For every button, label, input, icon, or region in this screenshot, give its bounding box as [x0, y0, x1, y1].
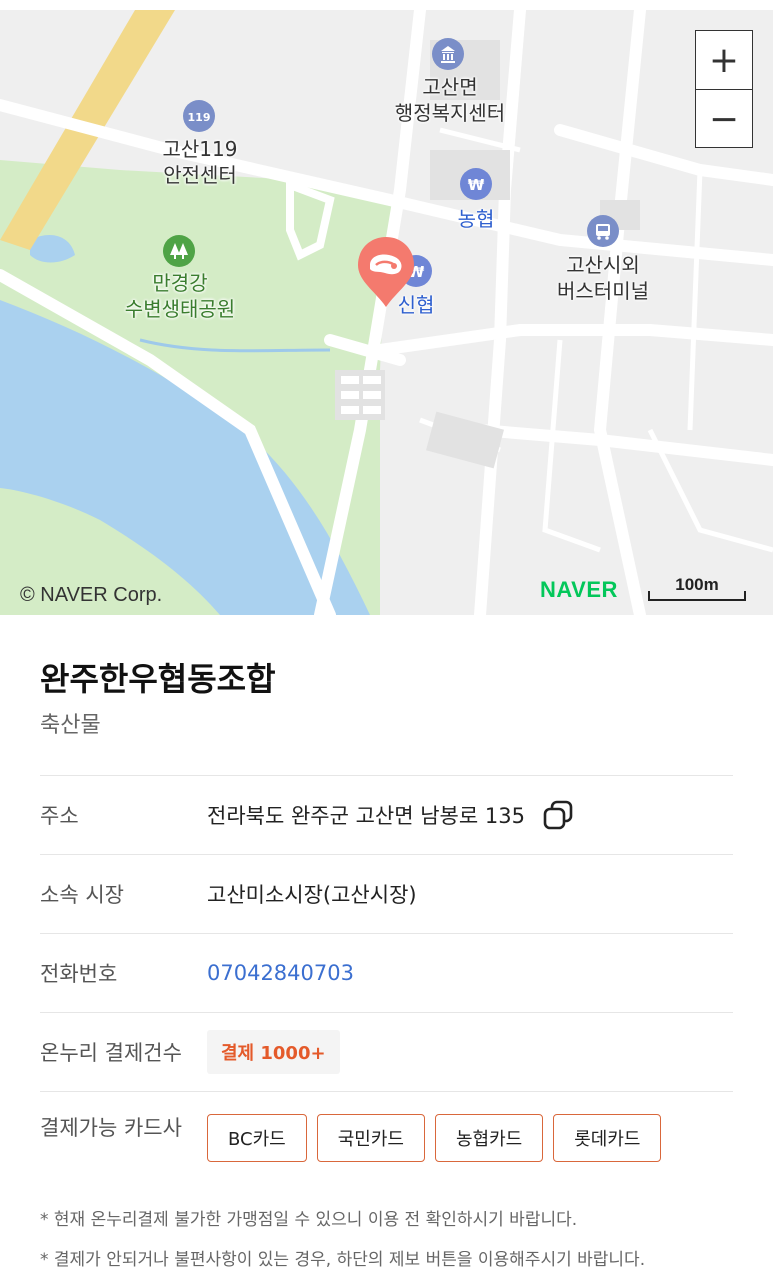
zoom-control: + − — [695, 30, 753, 148]
notice-area: * 현재 온누리결제 불가한 가맹점일 수 있으니 이용 전 확인하시기 바랍니… — [0, 1177, 773, 1276]
card-chip-bc[interactable]: BC카드 — [207, 1114, 307, 1162]
bus-terminal-icon[interactable] — [587, 215, 619, 247]
naver-logo: NAVER — [540, 577, 618, 602]
map-scale: 100m — [648, 575, 746, 601]
row-label: 소속 시장 — [40, 883, 124, 907]
address-value: 전라북도 완주군 고산면 남봉로 135 — [207, 798, 575, 832]
cards-row: 결제가능 카드사 BC카드 국민카드 농협카드 롯데카드 — [40, 1092, 733, 1162]
poi-label-admin[interactable]: 고산면 행정복지센터 — [380, 74, 520, 126]
market-value: 고산미소시장(고산시장) — [207, 883, 417, 907]
svg-text:₩: ₩ — [468, 176, 485, 194]
cards-label: 결제가능 카드사 — [40, 1116, 182, 1140]
poi-label-line: 고산시외 — [566, 253, 640, 277]
card-list: BC카드 국민카드 농협카드 롯데카드 — [207, 1092, 662, 1162]
row-label: 전화번호 — [40, 962, 118, 986]
market-row: 소속 시장 고산미소시장(고산시장) — [40, 855, 733, 934]
address-text: 전라북도 완주군 고산면 남봉로 135 — [207, 804, 525, 828]
copy-icon[interactable] — [541, 798, 575, 832]
poi-label-bus[interactable]: 고산시외 버스터미널 — [538, 252, 668, 304]
bank-won-icon[interactable]: ₩ — [460, 168, 492, 200]
info-table: 주소 전라북도 완주군 고산면 남봉로 135 소속 시장 고산미소시장(고산시… — [40, 775, 733, 1162]
map-view[interactable]: 119 ₩ ₩ 고산면 행정복지센터 고산119 안전센터 만경강 수변생태공원… — [0, 10, 773, 615]
meat-store-marker-icon[interactable] — [355, 235, 417, 309]
poi-label-line: 고산119 — [162, 137, 238, 161]
notice-text: * 현재 온누리결제 불가한 가맹점일 수 있으니 이용 전 확인하시기 바랍니… — [40, 1210, 578, 1230]
poi-label-line: 수변생태공원 — [124, 297, 236, 321]
poi-label-park[interactable]: 만경강 수변생태공원 — [105, 270, 255, 322]
store-name: 완주한우협동조합 — [40, 660, 276, 698]
fire-station-icon[interactable]: 119 — [183, 100, 215, 132]
poi-label-line: 안전센터 — [163, 163, 237, 187]
payment-count-badge: 결제 1000+ — [207, 1030, 340, 1074]
svg-text:119: 119 — [188, 111, 211, 124]
phone-row: 전화번호 07042840703 — [40, 934, 733, 1013]
scale-bar — [648, 591, 746, 601]
poi-label-nh[interactable]: 농협 — [436, 206, 516, 232]
poi-label-line: 버스터미널 — [557, 279, 649, 303]
poi-label-fire[interactable]: 고산119 안전센터 — [140, 136, 260, 188]
phone-link[interactable]: 07042840703 — [207, 961, 354, 985]
address-row: 주소 전라북도 완주군 고산면 남봉로 135 — [40, 776, 733, 855]
park-tree-icon[interactable] — [163, 235, 195, 267]
poi-label-line: 행정복지센터 — [394, 101, 506, 125]
poi-label-line: 농협 — [457, 207, 495, 231]
store-detail: 완주한우협동조합 축산물 주소 전라북도 완주군 고산면 남봉로 135 소속 … — [40, 615, 733, 1162]
store-category: 축산물 — [40, 713, 101, 738]
poi-label-line: 만경강 — [152, 271, 208, 295]
zoom-out-button[interactable]: − — [696, 89, 752, 148]
row-label: 온누리 결제건수 — [40, 1041, 182, 1065]
card-chip-kb[interactable]: 국민카드 — [316, 1114, 425, 1162]
payments-value: 결제 1000+ — [207, 1030, 340, 1074]
row-label: 주소 — [40, 804, 79, 828]
notice-text: * 결제가 안되거나 불편사항이 있는 경우, 하단의 제보 버튼을 이용해주시… — [40, 1250, 646, 1270]
poi-label-line: 고산면 — [422, 75, 478, 99]
card-chip-lotte[interactable]: 롯데카드 — [553, 1114, 662, 1162]
government-building-icon[interactable] — [432, 38, 464, 70]
zoom-in-button[interactable]: + — [696, 31, 752, 89]
map-copyright: © NAVER Corp. — [20, 584, 163, 606]
card-chip-nh[interactable]: 농협카드 — [434, 1114, 544, 1162]
payments-row: 온누리 결제건수 결제 1000+ — [40, 1013, 733, 1092]
